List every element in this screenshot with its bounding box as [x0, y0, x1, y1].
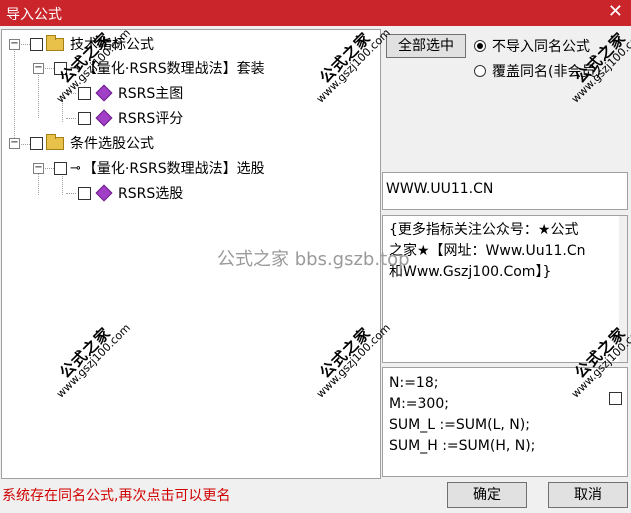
- cancel-button[interactable]: 取消: [548, 482, 628, 508]
- item-checkbox[interactable]: [78, 111, 91, 125]
- status-message: 系统存在同名公式,再次点击可以更名: [2, 488, 231, 504]
- tree-expander[interactable]: −: [9, 138, 20, 149]
- group-label: 条件选股公式: [70, 136, 154, 152]
- option-skip-duplicates[interactable]: 不导入同名公式: [474, 36, 590, 56]
- tree-group-screening[interactable]: 条件选股公式: [30, 133, 154, 153]
- url-panel: WWW.UU11.CN: [382, 172, 628, 210]
- item-label: RSRS评分: [118, 111, 184, 127]
- option-overwrite[interactable]: 覆盖同名(非会员): [474, 61, 601, 81]
- title-bar: 导入公式 ✕: [0, 0, 631, 26]
- description-line: 之家★【网址：Www.Uu11.Cn: [389, 243, 586, 259]
- radio-skip-duplicates[interactable]: [474, 40, 486, 52]
- folder-icon: [46, 34, 64, 51]
- tree-item[interactable]: RSRS评分: [78, 108, 183, 128]
- code-line: N:=18;: [389, 375, 439, 391]
- item-label: RSRS选股: [118, 186, 184, 202]
- code-line: SUM_H :=SUM(H, N);: [389, 438, 536, 454]
- group-checkbox[interactable]: [30, 136, 43, 150]
- select-all-button[interactable]: 全部选中: [386, 34, 466, 58]
- window-title: 导入公式: [6, 7, 62, 23]
- tree-item[interactable]: RSRS选股: [78, 183, 183, 203]
- group-checkbox[interactable]: [30, 37, 43, 51]
- formula-tree[interactable]: − 技术指标公式 − ⊸ 【量化·RSRS数理战法】套装 RSRS主图 RSRS…: [1, 29, 381, 479]
- item-checkbox[interactable]: [78, 186, 91, 200]
- code-line: M:=300;: [389, 396, 449, 412]
- tree-expander[interactable]: −: [33, 163, 44, 174]
- group-label: 技术指标公式: [70, 37, 154, 53]
- folder-icon: [46, 133, 64, 150]
- url-text: WWW.UU11.CN: [386, 181, 494, 197]
- formula-icon: [95, 84, 113, 102]
- tree-expander[interactable]: −: [9, 39, 20, 50]
- key-icon: ⊸: [70, 60, 81, 76]
- tree-subgroup-screen[interactable]: ⊸ 【量化·RSRS数理战法】选股: [54, 158, 265, 178]
- code-checkbox[interactable]: [609, 392, 622, 405]
- item-label: RSRS主图: [118, 86, 184, 102]
- subgroup-checkbox[interactable]: [54, 161, 67, 175]
- radio-overwrite[interactable]: [474, 65, 486, 77]
- subgroup-checkbox[interactable]: [54, 61, 67, 75]
- option-label: 覆盖同名(非会员): [492, 64, 601, 80]
- subgroup-label: 【量化·RSRS数理战法】套装: [82, 61, 265, 77]
- tree-group-indicators[interactable]: 技术指标公式: [30, 34, 154, 54]
- item-checkbox[interactable]: [78, 86, 91, 100]
- tree-item[interactable]: RSRS主图: [78, 83, 183, 103]
- scrollbar[interactable]: [619, 216, 627, 362]
- formula-icon: [95, 184, 113, 202]
- close-icon[interactable]: ✕: [608, 1, 623, 22]
- description-line: 和Www.Gszj100.Com】}: [389, 264, 552, 280]
- tree-expander[interactable]: −: [33, 63, 44, 74]
- option-label: 不导入同名公式: [492, 39, 590, 55]
- code-line: SUM_L :=SUM(L, N);: [389, 417, 530, 433]
- description-line: {更多指标关注公众号：★公式: [389, 222, 579, 238]
- formula-icon: [95, 109, 113, 127]
- key-icon: ⊸: [70, 160, 81, 176]
- code-panel[interactable]: N:=18; M:=300; SUM_L :=SUM(L, N); SUM_H …: [382, 367, 628, 477]
- subgroup-label: 【量化·RSRS数理战法】选股: [82, 161, 265, 177]
- description-panel[interactable]: {更多指标关注公众号：★公式 之家★【网址：Www.Uu11.Cn 和Www.G…: [382, 215, 628, 363]
- tree-subgroup-suite[interactable]: ⊸ 【量化·RSRS数理战法】套装: [54, 58, 265, 78]
- ok-button[interactable]: 确定: [447, 482, 527, 508]
